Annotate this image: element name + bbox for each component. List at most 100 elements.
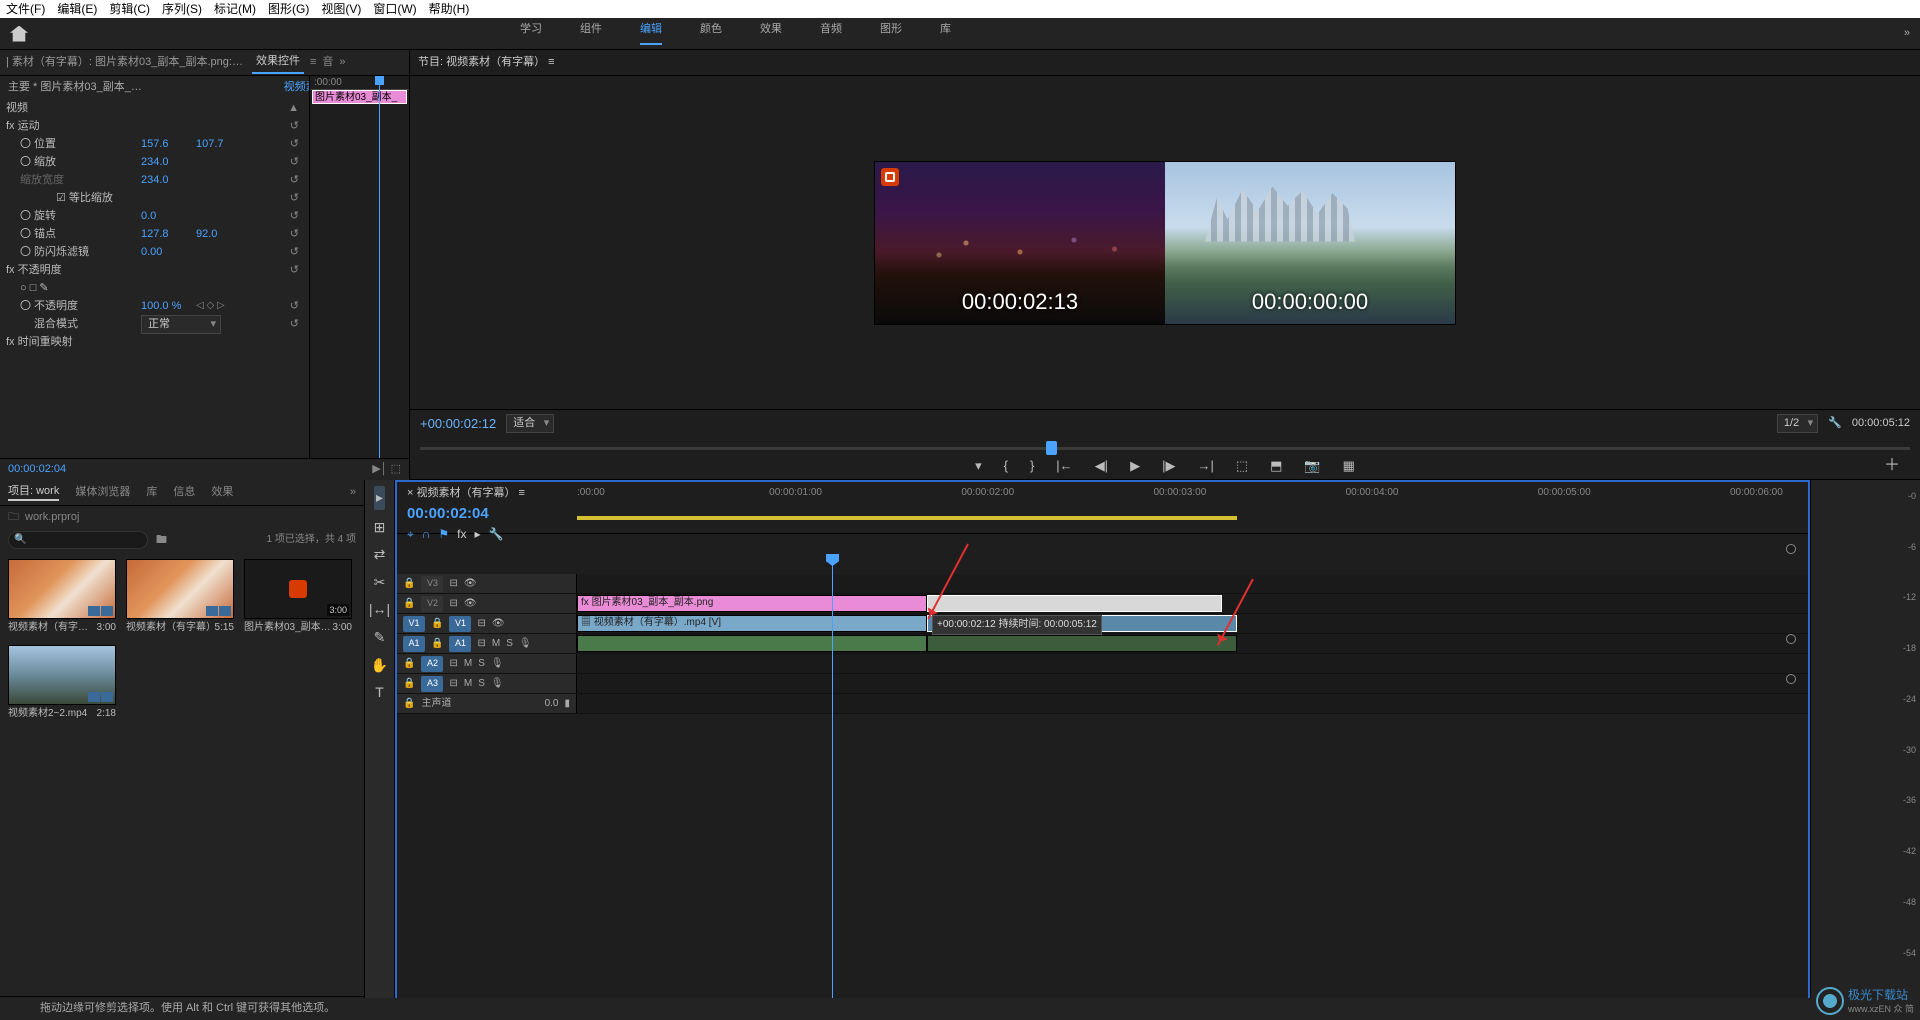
- tab-media-browser[interactable]: 媒体浏览器: [75, 485, 130, 500]
- voice-icon[interactable]: 🎙: [491, 677, 504, 691]
- mask-icons[interactable]: ○ □ ✎: [6, 281, 141, 296]
- voice-icon[interactable]: 🎙: [491, 657, 504, 671]
- pen-tool-icon[interactable]: ✎: [374, 628, 386, 648]
- menu-sequence[interactable]: 序列(S): [162, 1, 202, 18]
- goto-out-icon[interactable]: →|: [1197, 457, 1213, 475]
- effect-timecode[interactable]: 00:00:02:04: [8, 462, 66, 477]
- clip-v2[interactable]: fx 图片素材03_副本_副本.png: [577, 595, 927, 612]
- lock-icon[interactable]: 🔒: [431, 617, 443, 631]
- ws-lib[interactable]: 库: [940, 22, 951, 45]
- ws-more-icon[interactable]: »: [1904, 26, 1910, 41]
- eff-rotation[interactable]: 〇 旋转: [6, 209, 141, 224]
- eye-icon[interactable]: 👁: [464, 577, 477, 591]
- trk-master[interactable]: 主声道: [421, 697, 451, 711]
- sync-icon[interactable]: ⊟: [477, 637, 485, 651]
- program-tc-right[interactable]: 00:00:05:12: [1852, 416, 1910, 431]
- menu-marker[interactable]: 标记(M): [214, 1, 256, 18]
- bin-item[interactable]: 视频素材2~2.mp42:18: [8, 645, 116, 721]
- ws-audio[interactable]: 音频: [820, 22, 842, 45]
- reset-icon[interactable]: ↺: [290, 209, 299, 224]
- menu-edit[interactable]: 编辑(E): [57, 1, 97, 18]
- eff-scale[interactable]: 〇 缩放: [6, 155, 141, 170]
- program-viewport[interactable]: 00:00:02:13 00:00:00:00: [410, 76, 1920, 409]
- step-fwd-icon[interactable]: |▶: [1162, 457, 1175, 475]
- pos-y[interactable]: 107.7: [196, 137, 246, 152]
- bin-icon[interactable]: 🗀: [8, 510, 19, 525]
- razor-tool-icon[interactable]: ✂: [374, 573, 386, 593]
- ripple-tool-icon[interactable]: ⇄: [374, 545, 386, 565]
- goto-in-icon[interactable]: |←: [1056, 457, 1072, 475]
- sync-icon[interactable]: ⊟: [477, 617, 485, 631]
- flicker-val[interactable]: 0.00: [141, 245, 196, 260]
- clip-v1[interactable]: ▦ 视频素材（有字幕）.mp4 [V]: [577, 615, 927, 632]
- ws-learn[interactable]: 学习: [520, 22, 542, 45]
- trk-src-v1[interactable]: V1: [403, 616, 425, 632]
- eff-flicker[interactable]: 〇 防闪烁滤镜: [6, 245, 141, 260]
- mini-playhead[interactable]: [379, 76, 380, 480]
- sync-icon[interactable]: ⊟: [449, 597, 457, 611]
- tab-libraries[interactable]: 库: [146, 485, 157, 500]
- add-marker-icon[interactable]: ▾: [975, 457, 982, 475]
- ws-editing[interactable]: 编辑: [640, 22, 662, 45]
- eff-opacity-hdr[interactable]: fx 不透明度: [6, 263, 141, 278]
- program-scrubber[interactable]: [420, 435, 1910, 454]
- program-tc-left[interactable]: +00:00:02:12: [420, 415, 496, 433]
- wrench-icon[interactable]: 🔧: [1828, 416, 1842, 431]
- search-input[interactable]: [8, 531, 148, 549]
- ws-graphics[interactable]: 图形: [880, 22, 902, 45]
- menu-file[interactable]: 文件(F): [6, 1, 45, 18]
- lock-icon[interactable]: 🔒: [403, 657, 415, 671]
- reset-icon[interactable]: ↺: [290, 119, 299, 134]
- selection-tool-icon[interactable]: ▸: [374, 486, 385, 510]
- menu-view[interactable]: 视图(V): [321, 1, 361, 18]
- resolution-dropdown[interactable]: 1/2: [1777, 414, 1818, 433]
- eff-position[interactable]: 〇 位置: [6, 137, 141, 152]
- keyframe-dot[interactable]: [1786, 674, 1796, 684]
- step-back-icon[interactable]: ◀|: [1095, 457, 1108, 475]
- sync-icon[interactable]: ⊟: [449, 577, 457, 591]
- eff-timeremap[interactable]: fx 时间重映射: [6, 335, 141, 350]
- sync-icon[interactable]: ⊟: [449, 657, 457, 671]
- lock-icon[interactable]: 🔒: [403, 677, 415, 691]
- mute-icon[interactable]: M: [464, 677, 472, 691]
- trk-a1[interactable]: A1: [449, 636, 471, 652]
- tab-effect-controls[interactable]: 效果控件: [252, 51, 304, 74]
- mute-icon[interactable]: M: [464, 657, 472, 671]
- program-title[interactable]: 节目: 视频素材（有字幕） ≡: [418, 55, 555, 70]
- eff-motion[interactable]: fx 运动: [6, 119, 141, 134]
- sync-icon[interactable]: ⊟: [449, 677, 457, 691]
- reset-icon[interactable]: ↺: [290, 173, 299, 188]
- export-frame-icon[interactable]: 📷: [1304, 457, 1320, 475]
- home-icon[interactable]: [10, 26, 28, 42]
- keyframe-dot[interactable]: [1786, 544, 1796, 554]
- meter-icon[interactable]: ▮: [564, 697, 570, 711]
- mark-out-icon[interactable]: }: [1030, 457, 1034, 475]
- keyframe-nav[interactable]: ◁ ◇ ▷: [196, 299, 225, 313]
- new-bin-icon[interactable]: 🖿: [156, 533, 167, 548]
- trk-a3[interactable]: A3: [421, 676, 443, 692]
- chevron-up-icon[interactable]: ▲: [288, 101, 299, 116]
- clip-v2-extend[interactable]: [927, 595, 1222, 612]
- tab-overflow-icon[interactable]: »: [339, 55, 345, 70]
- trk-a2[interactable]: A2: [421, 656, 443, 672]
- anch-y[interactable]: 92.0: [196, 227, 246, 242]
- work-area[interactable]: [577, 516, 1237, 520]
- clip-a1[interactable]: [577, 635, 927, 652]
- eye-icon[interactable]: 👁: [492, 617, 505, 631]
- ws-color[interactable]: 颜色: [700, 22, 722, 45]
- reset-icon[interactable]: ↺: [290, 317, 299, 332]
- reset-icon[interactable]: ↺: [290, 299, 299, 314]
- ws-effects[interactable]: 效果: [760, 22, 782, 45]
- timeline-playhead[interactable]: [832, 554, 833, 998]
- mark-in-icon[interactable]: {: [1004, 457, 1008, 475]
- lock-icon[interactable]: 🔒: [403, 577, 415, 591]
- play-icon[interactable]: ▶: [1130, 457, 1140, 475]
- reset-icon[interactable]: ↺: [290, 191, 299, 206]
- panel-menu-icon[interactable]: ≡: [310, 55, 316, 70]
- slip-tool-icon[interactable]: |↔|: [369, 600, 390, 620]
- scale-val[interactable]: 234.0: [141, 155, 196, 170]
- rot-val[interactable]: 0.0: [141, 209, 196, 224]
- mute-icon[interactable]: M: [492, 637, 500, 651]
- tab-project[interactable]: 项目: work: [8, 484, 59, 501]
- ws-assembly[interactable]: 组件: [580, 22, 602, 45]
